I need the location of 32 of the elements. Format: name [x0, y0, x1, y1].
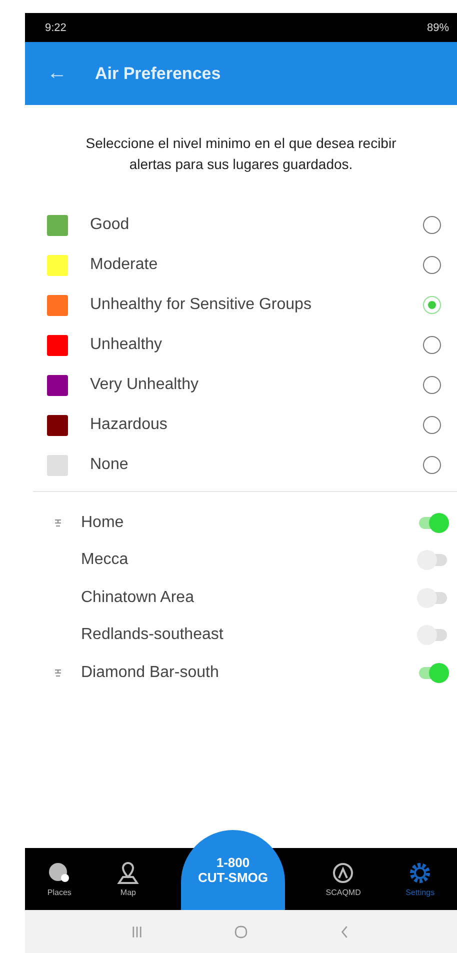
level-label: Unhealthy [90, 336, 164, 354]
radio-button[interactable] [423, 376, 441, 394]
place-name: Redlands-southeast [81, 626, 224, 644]
level-label: Very Unhealthy [90, 376, 200, 394]
nav-tab[interactable]: Settings [402, 859, 439, 899]
circle-logo-icon [331, 861, 356, 885]
level-label: Good [90, 216, 130, 234]
level-label: Unhealthy for Sensitive Groups [90, 296, 312, 314]
radio-button[interactable] [423, 336, 441, 354]
call-button[interactable]: 1-800 CUT-SMOG [180, 830, 285, 910]
radio-button[interactable] [423, 256, 441, 274]
nav-tab[interactable]: Places [43, 859, 76, 899]
settings-icon [408, 861, 432, 885]
nav-tab[interactable]: SCAQMD [322, 859, 365, 899]
radio-button[interactable] [423, 416, 441, 434]
instruction-text: Seleccione el nivel minimo en el que desea recibir alertas para sus lugares guardados. [84, 134, 398, 174]
radio-button[interactable] [423, 216, 441, 234]
place-name: Mecca [81, 551, 130, 570]
place-name: Home [81, 514, 125, 532]
radio-button[interactable] [423, 456, 441, 474]
place-name: Chinatown Area [81, 588, 195, 607]
map-pin-icon [116, 861, 140, 885]
level-label: None [90, 456, 130, 474]
screen-title: Air Preferences [95, 64, 221, 84]
globe-icon [47, 861, 72, 885]
status-time: 9:22 [45, 22, 66, 34]
radio-button[interactable] [423, 296, 441, 314]
nav-tab[interactable]: Map [112, 859, 144, 899]
place-name: Diamond Bar-south [81, 664, 220, 682]
level-label: Hazardous [90, 416, 168, 434]
level-label: Moderate [90, 256, 159, 274]
battery-level: 89% [426, 22, 449, 34]
